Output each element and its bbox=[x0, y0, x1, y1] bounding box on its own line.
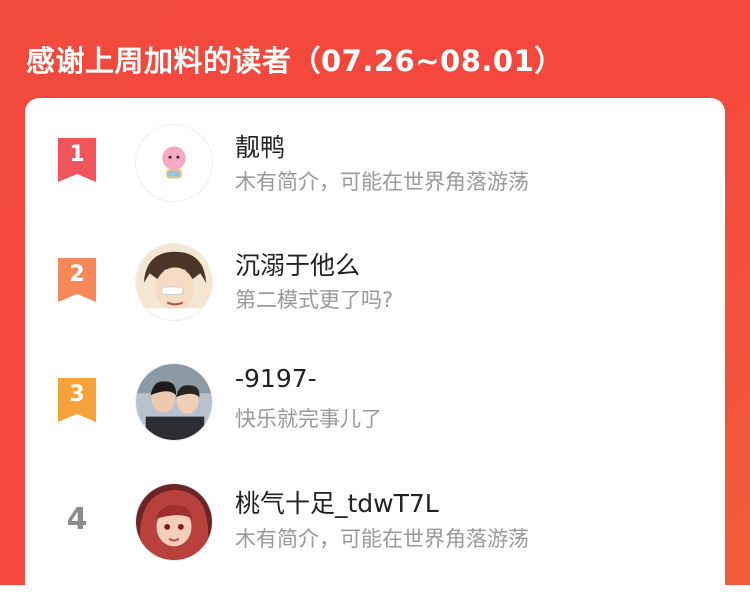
reader-name[interactable]: 靓鸭 bbox=[235, 128, 285, 164]
rank-badge-2: 2 bbox=[58, 258, 96, 302]
rank-badge-3: 3 bbox=[58, 378, 96, 422]
list-item[interactable]: 3 -9197- 快乐就完事儿了 bbox=[25, 338, 725, 448]
avatar[interactable] bbox=[135, 483, 213, 561]
anime-boy-avatar-icon bbox=[136, 244, 212, 320]
rank-badge-1: 1 bbox=[58, 138, 96, 182]
readers-leaderboard-panel: 感谢上周加料的读者（07.26~08.01） 1 靓鸭 木有简介，可能在世界角落… bbox=[0, 0, 750, 598]
cartoon-pink-avatar-icon bbox=[136, 125, 212, 201]
list-item[interactable]: 1 靓鸭 木有简介，可能在世界角落游荡 bbox=[25, 98, 725, 208]
reader-name[interactable]: -9197- bbox=[235, 364, 317, 393]
reader-bio: 第二模式更了吗? bbox=[235, 288, 394, 312]
leaderboard-card: 1 靓鸭 木有简介，可能在世界角落游荡 2 沉溺于他么 第二模式更了吗? 3 -… bbox=[25, 98, 725, 598]
reader-bio: 木有简介，可能在世界角落游荡 bbox=[235, 527, 529, 551]
reader-name[interactable]: 桃气十足_tdwT7L bbox=[235, 484, 439, 520]
reader-bio: 木有简介，可能在世界角落游荡 bbox=[235, 170, 529, 194]
photo-two-people-avatar-icon bbox=[136, 364, 212, 440]
reader-name[interactable]: 沉溺于他么 bbox=[235, 246, 360, 282]
avatar[interactable] bbox=[135, 243, 213, 321]
avatar[interactable] bbox=[135, 363, 213, 441]
anime-red-hair-avatar-icon bbox=[136, 484, 212, 560]
rank-number: 2 bbox=[69, 262, 85, 287]
list-item[interactable]: 4 桃气十足_tdwT7L 木有简介，可能在世界角落游荡 bbox=[25, 458, 725, 568]
list-item[interactable]: 2 沉溺于他么 第二模式更了吗? bbox=[25, 218, 725, 328]
rank-number: 4 bbox=[66, 502, 88, 537]
avatar[interactable] bbox=[135, 124, 213, 202]
page-title: 感谢上周加料的读者（07.26~08.01） bbox=[26, 44, 564, 78]
reader-bio: 快乐就完事儿了 bbox=[235, 407, 382, 431]
rank-number: 1 bbox=[69, 142, 85, 167]
rank-number: 3 bbox=[69, 382, 85, 407]
